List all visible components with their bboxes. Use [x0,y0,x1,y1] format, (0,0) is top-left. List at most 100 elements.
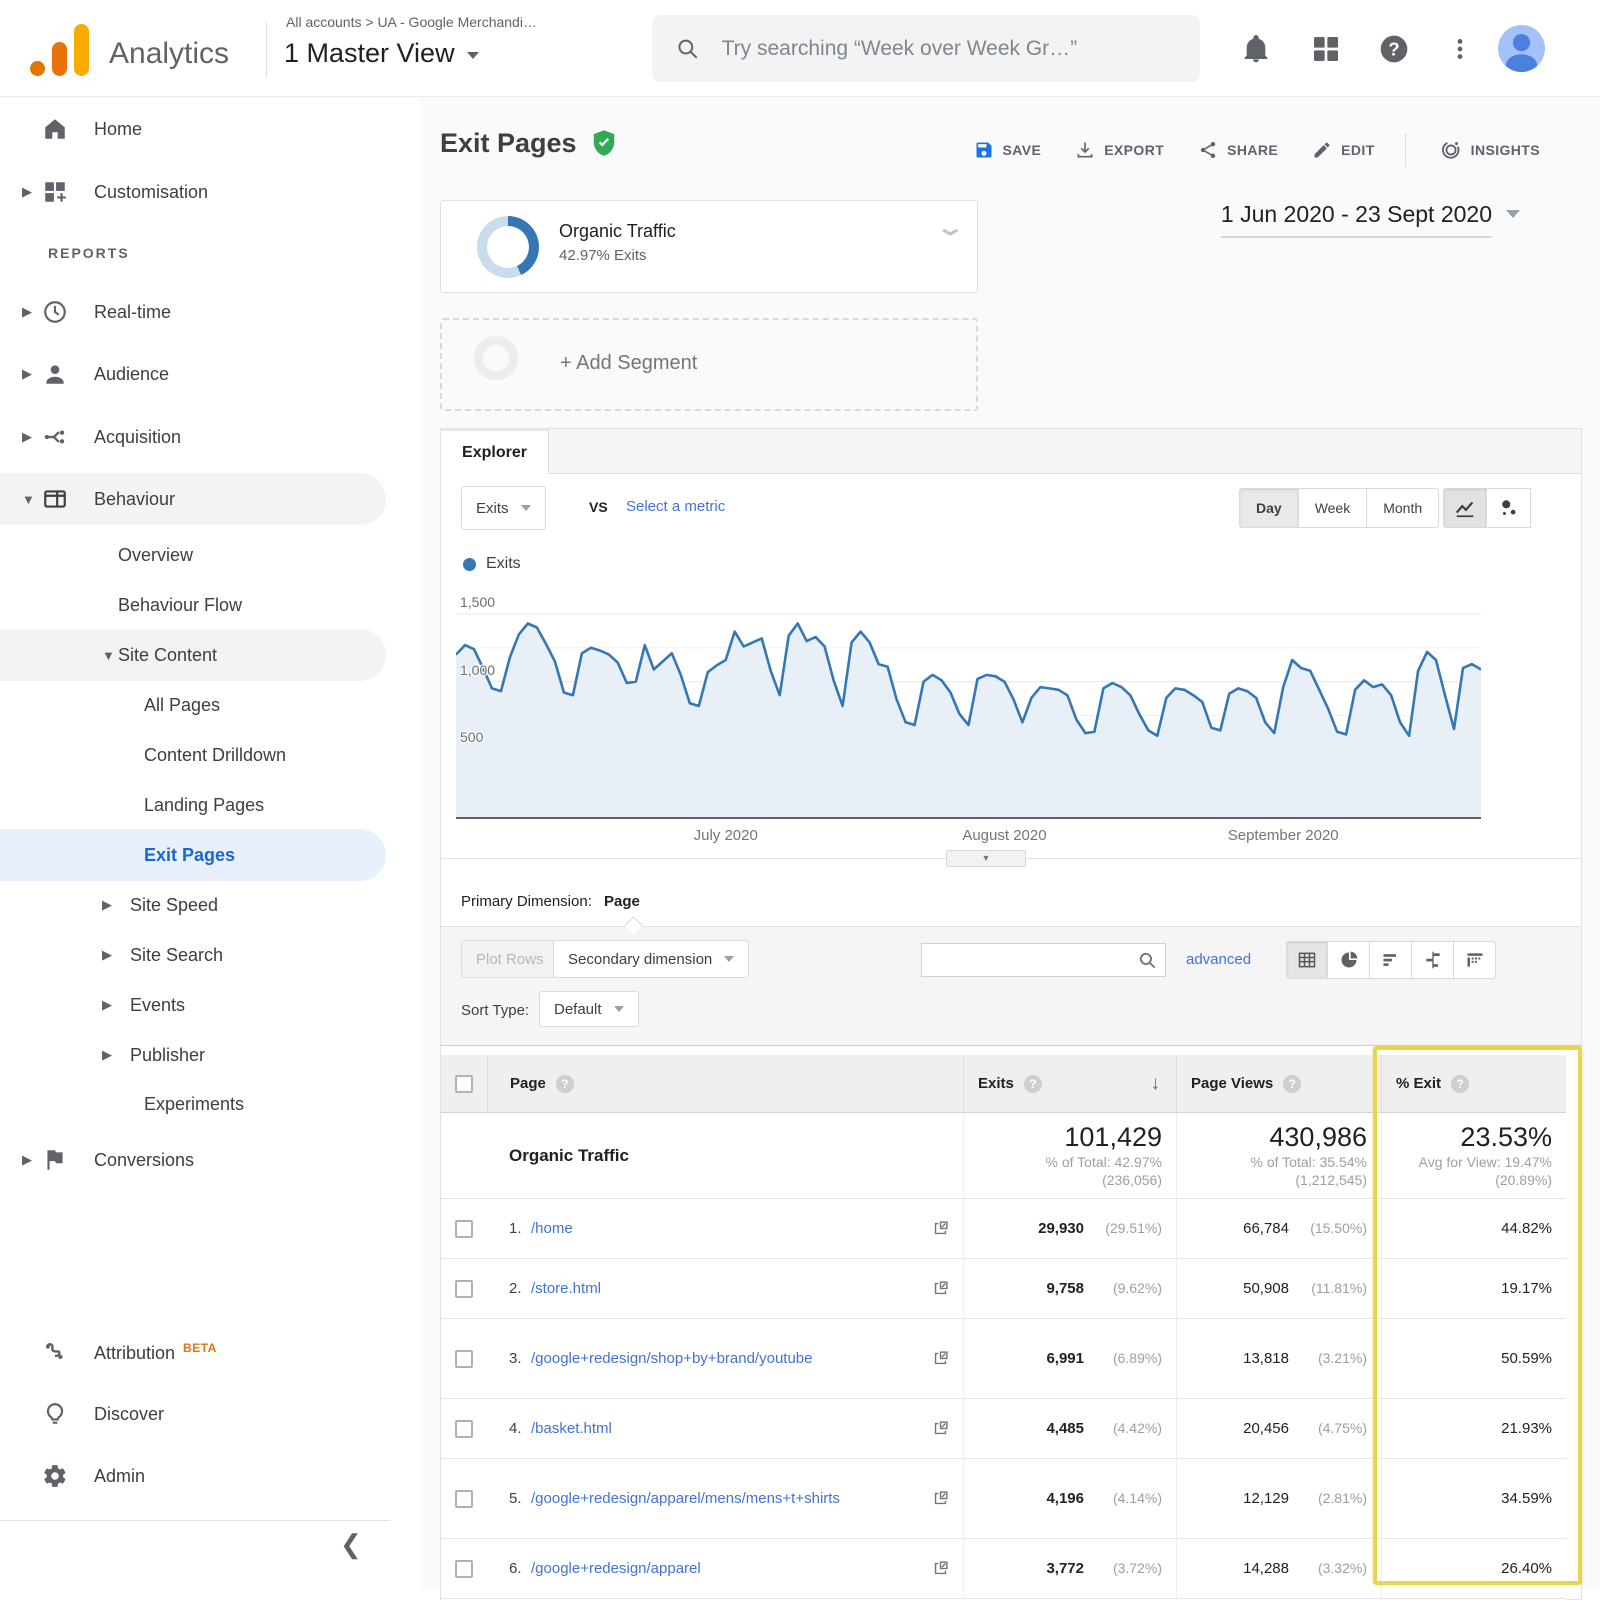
sidebar-item-content-drilldown[interactable]: Content Drilldown [0,729,386,781]
granularity-month-button[interactable]: Month [1367,488,1439,528]
sidebar-item-events[interactable]: ▶ Events [0,979,386,1031]
collapse-arrow-icon[interactable]: ▼ [102,648,112,663]
sidebar-item-site-speed[interactable]: ▶ Site Speed [0,879,386,931]
exits-chart[interactable]: 5001,0001,500July 2020August 2020Septemb… [456,589,1481,851]
page-link[interactable]: /google+redesign/apparel [531,1558,701,1579]
page-link[interactable]: /store.html [531,1278,601,1299]
analytics-logo[interactable]: Analytics [30,24,229,76]
sidebar-item-admin[interactable]: Admin [0,1450,386,1502]
help-tooltip-icon[interactable]: ? [1451,1075,1469,1093]
sidebar-item-home[interactable]: Home [0,103,386,155]
sidebar-item-customisation[interactable]: ▶ Customisation [0,166,386,218]
help-tooltip-icon[interactable]: ? [1283,1075,1301,1093]
segment-card-organic-traffic[interactable]: Organic Traffic 42.97% Exits ⌄ [440,200,978,293]
open-in-new-icon[interactable] [932,1560,949,1577]
granularity-day-button[interactable]: Day [1239,488,1299,528]
chevron-down-icon[interactable]: ⌄ [935,215,965,241]
add-segment-button[interactable]: + Add Segment [440,318,978,411]
timeline-collapse-button[interactable]: ▼ [946,850,1026,867]
sort-desc-icon[interactable]: ↓ [1151,1073,1161,1095]
percentage-view-button[interactable] [1328,941,1370,979]
help-tooltip-icon[interactable]: ? [1024,1075,1042,1093]
tab-explorer[interactable]: Explorer [441,429,549,474]
expand-arrow-icon[interactable]: ▶ [22,304,32,320]
collapse-arrow-icon[interactable]: ▼ [22,492,32,507]
sidebar-item-conversions[interactable]: ▶ Conversions [0,1134,386,1186]
row-checkbox[interactable] [455,1350,473,1368]
header-page-views[interactable]: Page Views? [1176,1055,1381,1112]
comparison-view-button[interactable] [1412,941,1454,979]
open-in-new-icon[interactable] [932,1350,949,1367]
sidebar-item-behaviour-flow[interactable]: Behaviour Flow [0,579,386,631]
page-link[interactable]: /home [531,1218,573,1239]
header-page[interactable]: Page? [487,1055,963,1112]
open-in-new-icon[interactable] [932,1220,949,1237]
sidebar-item-experiments[interactable]: Experiments [0,1078,386,1130]
secondary-dimension-dropdown[interactable]: Secondary dimension [553,940,749,978]
primary-dimension-value[interactable]: Page [604,893,640,910]
expand-arrow-icon[interactable]: ▶ [22,184,32,200]
avatar[interactable] [1498,25,1545,72]
select-metric-link[interactable]: Select a metric [626,498,725,515]
share-button[interactable]: SHARE [1198,140,1278,160]
expand-arrow-icon[interactable]: ▶ [102,947,112,963]
sort-type-dropdown[interactable]: Default [539,991,639,1027]
search-input[interactable] [722,37,1176,61]
table-search-input[interactable] [922,952,1138,968]
motion-chart-toggle-button[interactable] [1487,488,1531,528]
open-in-new-icon[interactable] [932,1490,949,1507]
sidebar-item-realtime[interactable]: ▶ Real-time [0,286,386,338]
save-button[interactable]: SAVE [974,140,1042,160]
notifications-bell-icon[interactable] [1240,33,1272,65]
edit-button[interactable]: EDIT [1312,140,1375,160]
plot-rows-button[interactable]: Plot Rows [461,940,559,978]
expand-arrow-icon[interactable]: ▶ [22,1152,32,1168]
open-in-new-icon[interactable] [932,1280,949,1297]
sidebar-item-overview[interactable]: Overview [0,529,386,581]
row-checkbox[interactable] [455,1560,473,1578]
open-in-new-icon[interactable] [932,1420,949,1437]
sidebar-item-audience[interactable]: ▶ Audience [0,348,386,400]
header-exits[interactable]: Exits?↓ [963,1055,1176,1112]
search-icon[interactable] [1138,951,1157,970]
expand-arrow-icon[interactable]: ▶ [22,429,32,445]
breadcrumb[interactable]: All accounts > UA - Google Merchandi… [286,14,537,30]
apps-grid-icon[interactable] [1310,33,1342,65]
expand-arrow-icon[interactable]: ▶ [102,897,112,913]
data-view-button[interactable] [1286,941,1328,979]
date-range-selector[interactable]: 1 Jun 2020 - 23 Sept 2020 [1221,201,1520,238]
row-checkbox[interactable] [455,1280,473,1298]
sidebar-item-site-content[interactable]: ▼ Site Content [0,629,386,681]
more-vert-icon[interactable] [1447,33,1473,65]
help-tooltip-icon[interactable]: ? [556,1075,574,1093]
advanced-link[interactable]: advanced [1186,951,1251,968]
granularity-week-button[interactable]: Week [1299,488,1368,528]
sidebar-item-discover[interactable]: Discover [0,1388,386,1440]
row-checkbox[interactable] [455,1490,473,1508]
sidebar-collapse-icon[interactable]: ❮ [340,1529,362,1560]
row-checkbox[interactable] [455,1220,473,1238]
sidebar-item-exit-pages[interactable]: Exit Pages [0,829,386,881]
sidebar-item-landing-pages[interactable]: Landing Pages [0,779,386,831]
page-link[interactable]: /google+redesign/shop+by+brand/youtube [531,1348,812,1369]
header-percent-exit[interactable]: % Exit? [1381,1055,1566,1112]
select-all-checkbox[interactable] [455,1075,473,1093]
line-chart-toggle-button[interactable] [1443,488,1487,528]
expand-arrow-icon[interactable]: ▶ [102,997,112,1013]
sidebar-item-publisher[interactable]: ▶ Publisher [0,1029,386,1081]
page-link[interactable]: /basket.html [531,1418,612,1439]
view-selector[interactable]: 1 Master View [284,38,479,69]
global-search[interactable] [652,15,1200,82]
table-search[interactable] [921,943,1166,977]
sidebar-item-all-pages[interactable]: All Pages [0,679,386,731]
performance-view-button[interactable] [1370,941,1412,979]
export-button[interactable]: EXPORT [1075,140,1164,160]
metric-dropdown[interactable]: Exits [461,486,546,530]
sidebar-item-behaviour[interactable]: ▼ Behaviour [0,473,386,525]
sidebar-item-attribution[interactable]: AttributionBETA [0,1326,386,1378]
pivot-view-button[interactable] [1454,941,1496,979]
insights-button[interactable]: INSIGHTS [1440,139,1540,161]
expand-arrow-icon[interactable]: ▶ [22,366,32,382]
row-checkbox[interactable] [455,1420,473,1438]
help-icon[interactable]: ? [1378,33,1410,65]
